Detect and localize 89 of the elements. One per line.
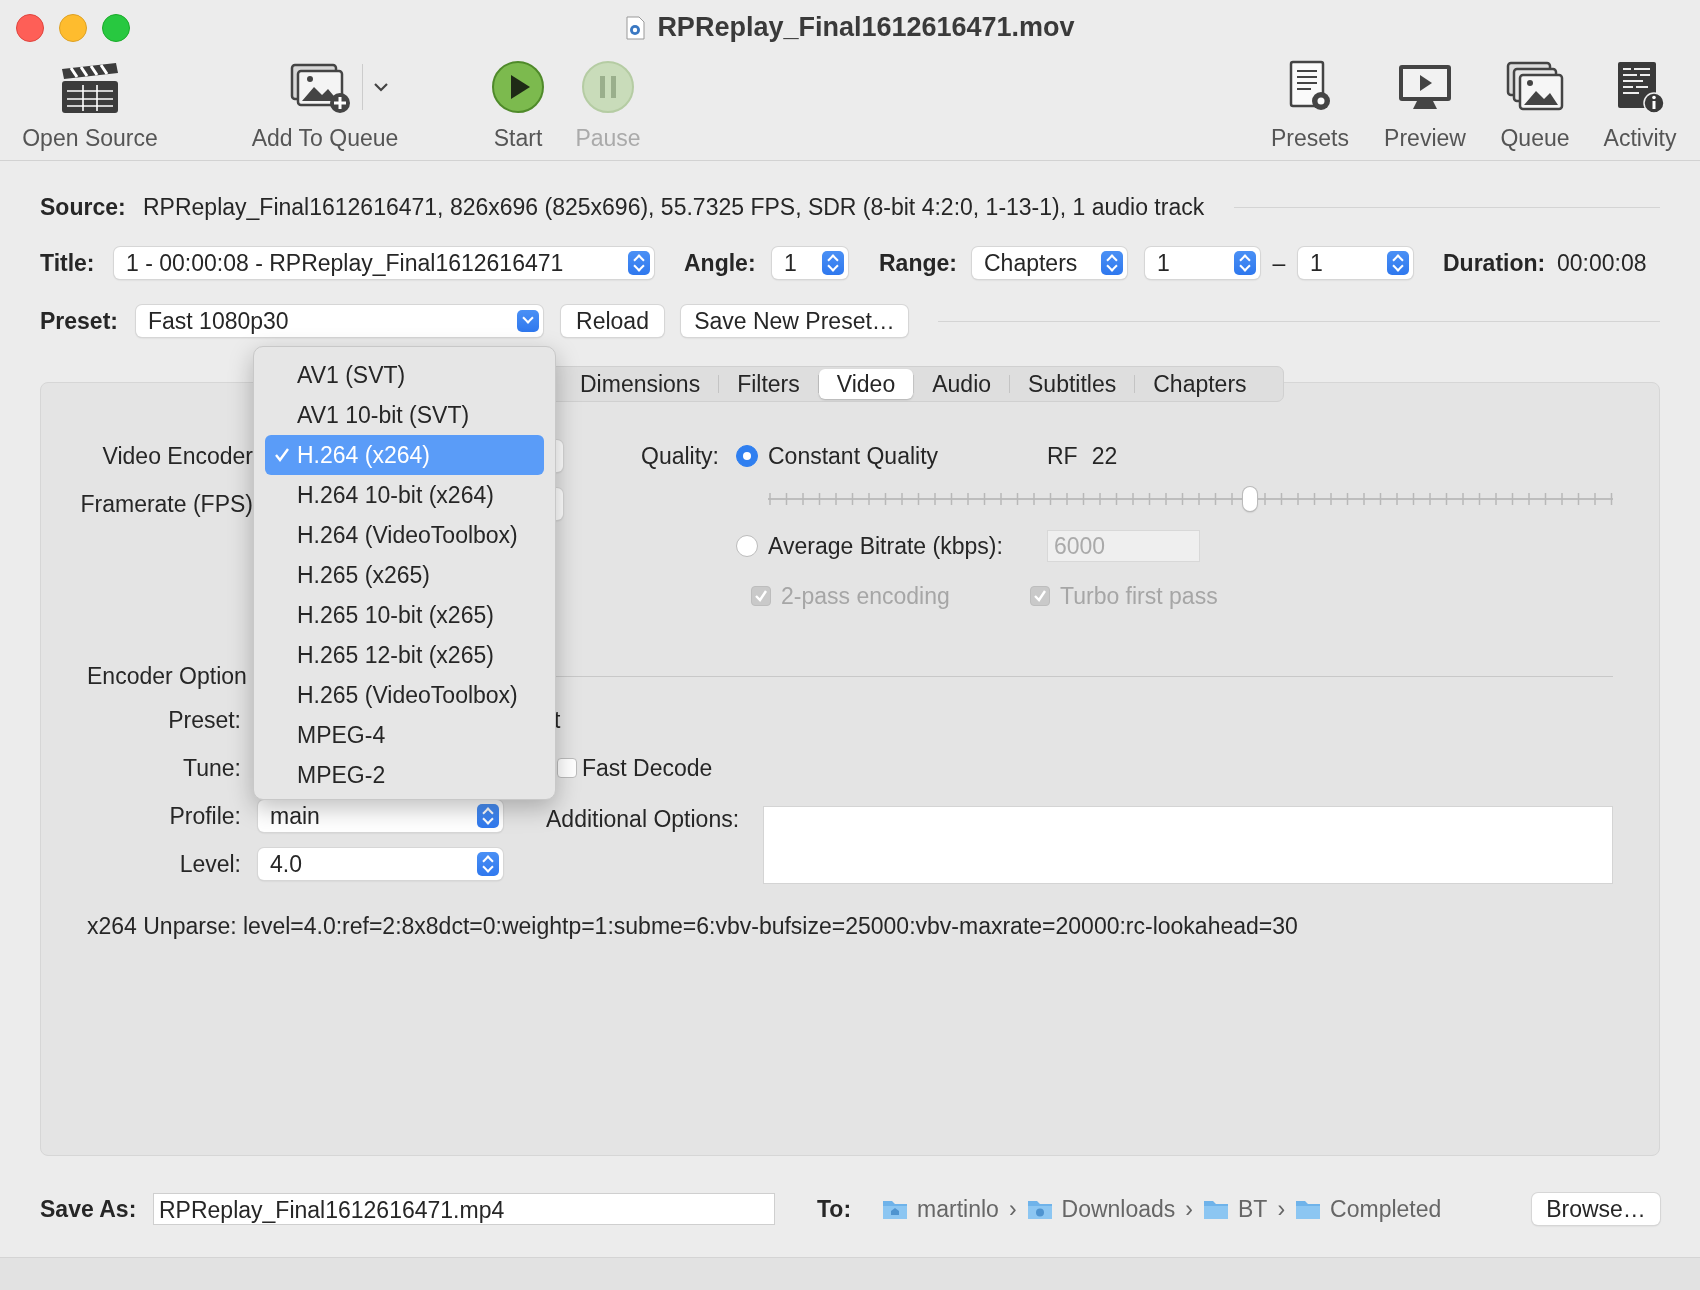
radio-label: Average Bitrate (kbps): bbox=[768, 532, 1004, 560]
pause-icon bbox=[580, 59, 636, 115]
path-item[interactable]: martinlo bbox=[917, 1195, 999, 1223]
level-popup[interactable]: 4.0 bbox=[258, 848, 503, 880]
toolbar-button[interactable]: Activity bbox=[1590, 55, 1690, 152]
tab[interactable]: Chapters bbox=[1135, 369, 1265, 399]
radio-button[interactable] bbox=[736, 535, 758, 557]
checkbox[interactable] bbox=[557, 758, 577, 778]
path-item[interactable]: BT bbox=[1238, 1195, 1268, 1223]
folder-icon bbox=[1203, 1198, 1229, 1220]
toolbar-button[interactable]: Open Source bbox=[15, 55, 165, 152]
rf-label: RF bbox=[1047, 442, 1078, 470]
save-as-label: Save As: bbox=[40, 1195, 138, 1223]
encoder-preset-label: Preset: bbox=[167, 706, 241, 734]
path-item[interactable]: Downloads bbox=[1061, 1195, 1176, 1223]
preset-popup[interactable]: Fast 1080p30 bbox=[136, 305, 543, 337]
tune-label: Tune: bbox=[182, 754, 241, 782]
radio-label: Constant Quality bbox=[768, 442, 940, 470]
play-icon bbox=[490, 59, 546, 115]
file-icon bbox=[625, 15, 646, 40]
menu-item[interactable]: MPEG-4 bbox=[265, 715, 544, 755]
path-separator: › bbox=[1185, 1195, 1193, 1223]
browse-button[interactable]: Browse… bbox=[1532, 1193, 1660, 1225]
path-item[interactable]: Completed bbox=[1330, 1195, 1442, 1223]
close-button[interactable] bbox=[16, 13, 44, 42]
menu-item[interactable]: H.265 12-bit (x265) bbox=[265, 635, 544, 675]
path-separator: › bbox=[1008, 1195, 1017, 1223]
path-separator: › bbox=[1277, 1195, 1286, 1223]
radio-button[interactable] bbox=[736, 445, 758, 467]
chapter-start-popup[interactable]: 1 bbox=[1145, 247, 1260, 279]
minimize-button[interactable] bbox=[59, 13, 87, 42]
title-label: Title: bbox=[40, 249, 96, 277]
angle-label: Angle: bbox=[684, 249, 757, 277]
window-title: RPReplay_Final1612616471.mov bbox=[657, 12, 1075, 43]
additional-options-label: Additional Options: bbox=[546, 806, 741, 834]
download-folder-icon bbox=[1026, 1198, 1053, 1220]
chapter-end-popup[interactable]: 1 bbox=[1298, 247, 1413, 279]
toolbar-button[interactable]: Start bbox=[478, 55, 558, 152]
unparse-text: x264 Unparse: level=4.0:ref=2:8x8dct=0:weightp=1:subme=6:vbv-bufsize=25000:vbv-maxrate=20000:rc-lookahead=30 bbox=[87, 914, 1299, 938]
duration-value: 00:00:08 bbox=[1557, 249, 1647, 277]
toolbar-button[interactable]: Add To Queue bbox=[240, 55, 410, 152]
menu-item[interactable]: H.265 10-bit (x265) bbox=[265, 595, 544, 635]
home-folder-icon bbox=[882, 1198, 909, 1220]
tab[interactable]: Filters bbox=[719, 369, 818, 399]
slider-thumb[interactable] bbox=[1242, 487, 1257, 511]
checkmark-icon bbox=[274, 447, 290, 463]
source-info: RPReplay_Final1612616471, 826x696 (825x696), 55.7325 FPS, SDR (8-bit 4:2:0, 1-13-1), 1 audio track bbox=[143, 193, 1205, 221]
source-label: Source: bbox=[40, 193, 127, 221]
menu-item[interactable]: H.265 (VideoToolbox) bbox=[265, 675, 544, 715]
profile-popup[interactable]: main bbox=[258, 800, 503, 832]
caret-icon[interactable] bbox=[361, 64, 389, 110]
toolbar-button[interactable]: Queue bbox=[1490, 55, 1580, 152]
preset-button[interactable]: Save New Preset… bbox=[681, 305, 908, 337]
save-as-field[interactable]: RPReplay_Final1612616471.mp4 bbox=[153, 1193, 775, 1225]
checkbox-label: Turbo first pass bbox=[1060, 582, 1218, 610]
tab[interactable]: Audio bbox=[914, 369, 1010, 399]
rf-value: 22 bbox=[1091, 442, 1118, 470]
video-encoder-label: Video Encoder bbox=[101, 442, 253, 470]
duration-label: Duration: bbox=[1443, 249, 1547, 277]
quality-label: Quality: bbox=[640, 442, 719, 470]
tab[interactable]: Subtitles bbox=[1010, 369, 1135, 399]
range-label: Range: bbox=[879, 249, 958, 277]
toolbar-button[interactable]: Presets bbox=[1265, 55, 1355, 152]
framerate-label: Framerate (FPS) bbox=[79, 490, 253, 518]
profile-label: Profile: bbox=[168, 802, 241, 830]
quality-slider[interactable] bbox=[768, 487, 1613, 511]
range-popup[interactable]: Chapters bbox=[972, 247, 1127, 279]
menu-item[interactable]: AV1 10-bit (SVT) bbox=[265, 395, 544, 435]
range-separator: – bbox=[1271, 249, 1287, 277]
tab[interactable]: Video bbox=[818, 369, 914, 399]
encoder-options-label: Encoder Option bbox=[87, 662, 247, 690]
folder-icon bbox=[1295, 1198, 1322, 1220]
menu-item[interactable]: H.264 10-bit (x264) bbox=[265, 475, 544, 515]
to-label: To: bbox=[817, 1195, 852, 1223]
angle-popup[interactable]: 1 bbox=[772, 247, 848, 279]
title-popup[interactable]: 1 - 00:00:08 - RPReplay_Final1612616471 bbox=[114, 247, 654, 279]
zoom-button[interactable] bbox=[102, 13, 130, 42]
menu-item[interactable]: H.265 (x265) bbox=[265, 555, 544, 595]
preset-button[interactable]: Reload bbox=[561, 305, 664, 337]
preset-label: Preset: bbox=[40, 307, 119, 335]
menu-item[interactable]: AV1 (SVT) bbox=[265, 355, 544, 395]
tab[interactable]: Dimensions bbox=[562, 369, 719, 399]
checkbox-label: Fast Decode bbox=[582, 754, 713, 782]
menu-item[interactable]: MPEG-2 bbox=[265, 755, 544, 795]
level-label: Level: bbox=[178, 850, 241, 878]
additional-options-field[interactable] bbox=[763, 806, 1613, 884]
checkbox-label: 2-pass encoding bbox=[781, 582, 950, 610]
toolbar-button[interactable]: Preview bbox=[1370, 55, 1480, 152]
menu-item[interactable]: H.264 (VideoToolbox) bbox=[265, 515, 544, 555]
